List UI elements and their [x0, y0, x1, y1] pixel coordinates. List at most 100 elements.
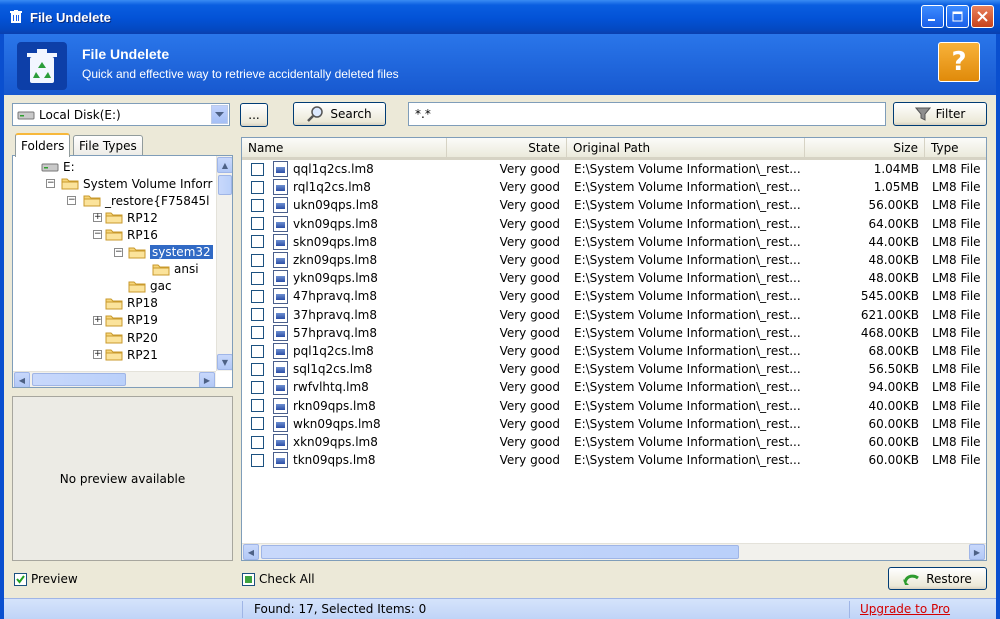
file-row-checkbox[interactable]	[251, 453, 264, 467]
scroll-down-icon[interactable]: ▼	[217, 354, 232, 370]
tree-expander-icon[interactable]: +	[93, 213, 102, 223]
help-button[interactable]: ?	[938, 42, 980, 82]
file-list[interactable]: Name State Original Path Size Type qql1q…	[241, 137, 987, 561]
file-row-checkbox[interactable]	[251, 217, 264, 231]
filter-button[interactable]: Filter	[893, 102, 987, 126]
preview-checkbox[interactable]	[14, 572, 27, 586]
file-row[interactable]: zkn09qps.lm8 Very good E:\System Volume In…	[242, 251, 986, 269]
file-row-checkbox[interactable]	[251, 399, 264, 413]
tree-node[interactable]: RP21	[105, 346, 158, 363]
check-all-toggle[interactable]: Check All	[242, 572, 315, 586]
column-header-name[interactable]: Name	[242, 138, 447, 157]
scroll-thumb[interactable]	[32, 373, 126, 386]
close-button[interactable]	[971, 5, 994, 28]
tree-expander-icon[interactable]: −	[114, 247, 123, 257]
file-row[interactable]: pql1q2cs.lm8 Very good E:\System Volume In…	[242, 342, 986, 360]
file-mask-input[interactable]: *.*	[408, 102, 886, 126]
file-row-checkbox[interactable]	[251, 198, 264, 212]
status-separator	[849, 601, 850, 618]
file-row[interactable]: skn09qps.lm8 Very good E:\System Volume In…	[242, 233, 986, 251]
file-original-path: E:\System Volume Information\_rest...	[574, 453, 801, 468]
scroll-right-icon[interactable]: ▶	[969, 544, 985, 560]
tree-expander-icon[interactable]: +	[93, 315, 102, 325]
file-row-checkbox[interactable]	[251, 235, 264, 249]
column-header-path[interactable]: Original Path	[567, 138, 805, 157]
tree-node[interactable]: RP18	[105, 295, 158, 312]
file-row[interactable]: 47hpravq.lm8 Very good E:\System Volume In…	[242, 287, 986, 305]
file-row[interactable]: 57hpravq.lm8 Very good E:\System Volume In…	[242, 324, 986, 342]
file-row[interactable]: sql1q2cs.lm8 Very good E:\System Volume In…	[242, 360, 986, 378]
column-header-type[interactable]: Type	[925, 138, 986, 157]
column-header-size[interactable]: Size	[805, 138, 925, 157]
tree-node[interactable]: system32	[128, 244, 213, 261]
status-found-count: Found: 17, Selected Items: 0	[254, 602, 427, 616]
tree-node[interactable]: RP12	[105, 209, 158, 226]
file-row-checkbox[interactable]	[251, 326, 264, 340]
tree-node[interactable]: RP19	[105, 312, 158, 329]
list-horizontal-scrollbar[interactable]: ◀ ▶	[242, 543, 986, 560]
title-bar[interactable]: File Undelete	[0, 0, 1000, 34]
tree-node[interactable]: RP20	[105, 329, 158, 346]
scroll-up-icon[interactable]: ▲	[217, 157, 232, 173]
file-row-checkbox[interactable]	[251, 435, 264, 449]
file-state: Very good	[499, 416, 560, 431]
maximize-button[interactable]	[946, 5, 969, 28]
tab-folders[interactable]: Folders	[15, 133, 71, 157]
tree-node[interactable]: gac	[128, 278, 172, 295]
tree-node[interactable]: ansi	[152, 261, 199, 278]
file-type: LM8 File	[932, 234, 981, 249]
file-row[interactable]: rkn09qps.lm8 Very good E:\System Volume In…	[242, 397, 986, 415]
file-row-checkbox[interactable]	[251, 271, 264, 285]
scroll-right-icon[interactable]: ▶	[199, 372, 215, 387]
tree-node[interactable]: E:	[41, 158, 75, 175]
tree-node[interactable]: System Volume Inforr	[61, 175, 212, 192]
column-header-state[interactable]: State	[447, 138, 567, 157]
scroll-left-icon[interactable]: ◀	[14, 372, 30, 387]
file-row[interactable]: rwfvlhtq.lm8 Very good E:\System Volume In…	[242, 378, 986, 396]
upgrade-link[interactable]: Upgrade to Pro	[860, 602, 950, 616]
chevron-down-icon[interactable]	[211, 105, 228, 124]
file-row-checkbox[interactable]	[251, 380, 264, 394]
file-row[interactable]: vkn09qps.lm8 Very good E:\System Volume In…	[242, 215, 986, 233]
preview-toggle[interactable]: Preview	[14, 572, 78, 586]
file-row[interactable]: tkn09qps.lm8 Very good E:\System Volume In…	[242, 451, 986, 469]
tree-node[interactable]: _restore{F75845l	[83, 192, 209, 209]
tree-expander-icon[interactable]: −	[46, 179, 55, 189]
file-row-checkbox[interactable]	[251, 180, 264, 194]
file-row-checkbox[interactable]	[251, 162, 264, 176]
tree-horizontal-scrollbar[interactable]: ◀ ▶	[13, 371, 216, 387]
file-original-path: E:\System Volume Information\_rest...	[574, 162, 801, 176]
file-row-checkbox[interactable]	[251, 289, 264, 303]
file-row-checkbox[interactable]	[251, 344, 264, 358]
folder-tree[interactable]: E: − System Volume Inforr − _restore{F75845l…	[12, 155, 233, 388]
file-type: LM8 File	[932, 289, 981, 304]
file-row-checkbox[interactable]	[251, 362, 264, 376]
file-row[interactable]: rql1q2cs.lm8 Very good E:\System Volume In…	[242, 178, 986, 196]
file-row[interactable]: wkn09qps.lm8 Very good E:\System Volume In…	[242, 415, 986, 433]
file-row[interactable]: ykn09qps.lm8 Very good E:\System Volume In…	[242, 269, 986, 287]
file-row[interactable]: qql1q2cs.lm8 Very good E:\System Volume In…	[242, 160, 986, 178]
tree-expander-icon[interactable]: −	[93, 230, 102, 240]
file-row[interactable]: 37hpravq.lm8 Very good E:\System Volume In…	[242, 306, 986, 324]
scroll-thumb[interactable]	[261, 545, 739, 559]
file-row[interactable]: ukn09qps.lm8 Very good E:\System Volume In…	[242, 196, 986, 214]
scroll-left-icon[interactable]: ◀	[243, 544, 259, 560]
tree-node[interactable]: RP16	[105, 226, 158, 243]
restore-button[interactable]: Restore	[888, 567, 987, 590]
tree-expander-icon[interactable]: −	[67, 196, 76, 206]
tab-file-types[interactable]: File Types	[73, 135, 143, 156]
browse-button[interactable]: ...	[240, 103, 268, 127]
search-button[interactable]: Search	[293, 102, 386, 126]
file-row-checkbox[interactable]	[251, 308, 264, 322]
window-frame-left	[0, 95, 4, 619]
tree-vertical-scrollbar[interactable]: ▲ ▼	[216, 156, 232, 371]
file-name: skn09qps.lm8	[293, 234, 378, 249]
file-row-checkbox[interactable]	[251, 253, 264, 267]
file-row[interactable]: xkn09qps.lm8 Very good E:\System Volume In…	[242, 433, 986, 451]
file-row-checkbox[interactable]	[251, 417, 264, 431]
minimize-button[interactable]	[921, 5, 944, 28]
drive-select[interactable]: Local Disk(E:)	[12, 103, 230, 126]
check-all-checkbox[interactable]	[242, 572, 255, 586]
scroll-thumb[interactable]	[218, 175, 232, 195]
tree-expander-icon[interactable]: +	[93, 350, 102, 360]
